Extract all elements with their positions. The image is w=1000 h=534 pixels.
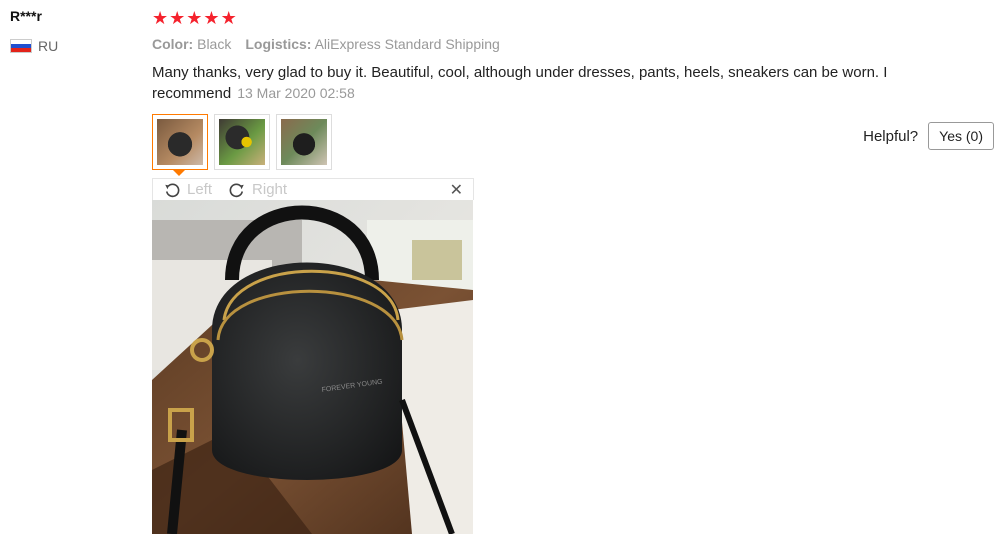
reviewer-country: RU xyxy=(10,38,58,54)
bag-photo-3-icon xyxy=(281,119,327,165)
country-code: RU xyxy=(38,38,59,54)
star-icon: ★ xyxy=(186,8,203,28)
rotate-right-button[interactable]: Right xyxy=(228,181,287,199)
reviewer-name: R***r xyxy=(10,8,42,24)
helpful-yes-button[interactable]: Yes (0) xyxy=(928,122,994,150)
image-viewer-toolbar: Left Right ✕ xyxy=(152,178,474,200)
bag-photo-illustration: FOREVER YOUNG xyxy=(152,200,473,534)
logistics-value: AliExpress Standard Shipping xyxy=(314,36,500,52)
bag-photo-2-icon xyxy=(219,119,265,165)
color-key: Color: xyxy=(152,36,194,52)
thumbnail-3[interactable] xyxy=(276,114,332,170)
star-icon: ★ xyxy=(203,8,220,28)
color-value: Black xyxy=(197,36,232,52)
star-icon: ★ xyxy=(169,8,186,28)
rotate-right-icon xyxy=(229,183,244,197)
order-info: Color: Black Logistics: AliExpress Stand… xyxy=(152,36,1000,52)
helpful-label: Helpful? xyxy=(863,127,919,145)
rotate-left-button[interactable]: Left xyxy=(163,181,212,199)
rotate-right-label: Right xyxy=(252,181,288,198)
thumbnail-2[interactable] xyxy=(214,114,270,170)
close-icon[interactable]: ✕ xyxy=(450,180,463,200)
star-icon: ★ xyxy=(152,8,169,28)
bag-photo-1-icon xyxy=(157,119,203,165)
reviewer-info: R***r RU xyxy=(10,8,58,54)
logistics-info: Logistics: AliExpress Standard Shipping xyxy=(245,36,499,52)
color-info: Color: Black xyxy=(152,36,231,52)
rotate-left-label: Left xyxy=(187,181,213,198)
logistics-key: Logistics: xyxy=(245,36,312,52)
enlarged-review-photo: FOREVER YOUNG xyxy=(152,200,473,534)
star-icon: ★ xyxy=(220,8,237,28)
thumbnail-1[interactable] xyxy=(152,114,208,176)
review-text-block: Many thanks, very glad to buy it. Beauti… xyxy=(152,62,922,104)
photo-thumbnails xyxy=(152,114,332,176)
russia-flag-icon xyxy=(10,39,32,53)
review-date: 13 Mar 2020 02:58 xyxy=(237,85,355,101)
helpful-section: Helpful? Yes (0) xyxy=(863,122,994,150)
star-rating: ★ ★ ★ ★ ★ xyxy=(152,8,1000,28)
rotate-left-icon xyxy=(165,183,180,197)
review-body: ★ ★ ★ ★ ★ Color: Black Logistics: AliExp… xyxy=(152,8,1000,104)
